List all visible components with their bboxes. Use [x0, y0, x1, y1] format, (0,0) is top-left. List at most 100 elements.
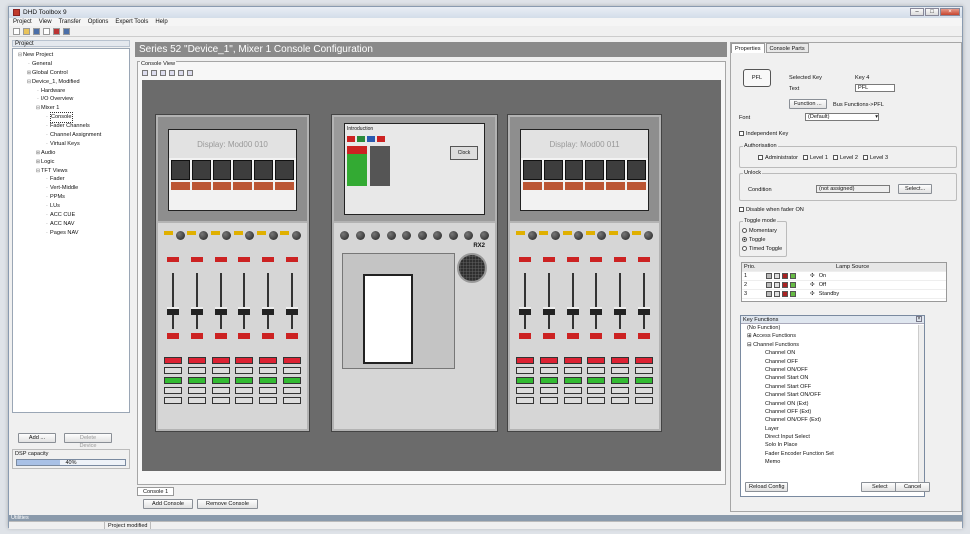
function-key[interactable] [539, 231, 549, 235]
tree-item[interactable]: · Vert-Middle [13, 184, 129, 193]
fader-module-left[interactable]: Display: Mod00 010 [155, 114, 310, 432]
function-key[interactable] [257, 231, 266, 235]
tree-item[interactable]: ⊟ TFT Views [13, 167, 129, 176]
toggle-option[interactable]: Timed Toggle [742, 246, 782, 255]
channel-key[interactable] [235, 367, 254, 374]
on-key[interactable] [190, 333, 203, 339]
channel-key[interactable] [539, 367, 558, 374]
fader-knob[interactable] [614, 307, 627, 315]
channel-key[interactable] [259, 387, 278, 394]
channel-key[interactable] [211, 357, 230, 364]
channel-key[interactable] [634, 367, 653, 374]
key-function-item[interactable]: Solo In Place [741, 441, 924, 449]
tab-console-1[interactable]: Console 1 [137, 487, 175, 496]
pfl-key[interactable] [637, 257, 650, 262]
independent-key-checkbox[interactable]: Independent Key [739, 131, 788, 137]
key-function-item[interactable]: Channel OFF [741, 358, 924, 366]
function-key[interactable] [233, 231, 243, 235]
lamp-color-swatch[interactable] [766, 282, 772, 288]
function-key[interactable] [516, 231, 525, 235]
channel-key[interactable] [282, 357, 301, 364]
function-key[interactable] [210, 231, 220, 235]
rotary-knob[interactable] [597, 231, 607, 240]
pfl-key[interactable] [542, 257, 555, 262]
channel-key[interactable] [259, 377, 278, 384]
tab-properties[interactable]: Properties [731, 43, 765, 53]
lamp-row[interactable]: 1 ✣ On [742, 272, 946, 281]
lamp-color-swatch[interactable] [766, 291, 772, 297]
key-function-item[interactable]: Channel ON/OFF [741, 366, 924, 374]
rotary-knob[interactable] [417, 231, 427, 240]
rotary-knob[interactable] [386, 231, 396, 240]
tree-item[interactable]: · Hardware [13, 87, 129, 96]
on-key[interactable] [637, 333, 650, 339]
rotary-knob[interactable] [175, 231, 185, 240]
channel-key[interactable] [516, 387, 534, 394]
pfl-key[interactable] [262, 257, 275, 262]
channel-key[interactable] [235, 387, 254, 394]
function-key[interactable] [632, 231, 642, 235]
rotary-knob[interactable] [448, 231, 458, 240]
pfl-key[interactable] [614, 257, 627, 262]
channel-key[interactable] [563, 377, 582, 384]
channel-key[interactable] [282, 397, 301, 404]
tree-item[interactable]: · PPMs [13, 193, 129, 202]
fader-knob[interactable] [167, 307, 179, 315]
rotary-knob[interactable] [620, 231, 630, 240]
rotary-knob[interactable] [340, 231, 349, 240]
channel-key[interactable] [539, 357, 558, 364]
channel-key[interactable] [211, 367, 230, 374]
rotary-knob[interactable] [479, 231, 489, 240]
key-function-item[interactable]: Channel ON [741, 349, 924, 357]
rotary-knob[interactable] [355, 231, 365, 240]
lamp-color-swatch[interactable] [774, 291, 780, 297]
function-key[interactable] [585, 231, 595, 235]
fader-module-right[interactable]: Display: Mod00 011 [507, 114, 662, 432]
remove-console-button[interactable]: Remove Console [197, 499, 258, 509]
zoom-in-icon[interactable] [142, 70, 148, 76]
fader-knob[interactable] [262, 307, 275, 315]
fader-knob[interactable] [519, 307, 531, 315]
pfl-key[interactable] [190, 257, 203, 262]
fader-knob[interactable] [238, 307, 251, 315]
add-button[interactable]: Add ... [18, 433, 56, 443]
function-key[interactable] [187, 231, 197, 235]
channel-key[interactable] [611, 397, 630, 404]
rotary-knob[interactable] [371, 231, 381, 240]
channel-key[interactable] [211, 397, 230, 404]
key-function-item[interactable]: Channel ON (Ext) [741, 400, 924, 408]
auth-checkbox[interactable]: Administrator [758, 155, 798, 161]
rotary-knob[interactable] [527, 231, 537, 240]
font-select[interactable]: (Default) ▾ [805, 113, 879, 121]
channel-key[interactable] [611, 377, 630, 384]
on-key[interactable] [566, 333, 579, 339]
layout-icon[interactable] [178, 70, 184, 76]
fader-knob[interactable] [637, 307, 650, 315]
key-function-item[interactable]: (No Function) [741, 324, 924, 332]
channel-key[interactable] [587, 377, 606, 384]
channel-key[interactable] [211, 377, 230, 384]
tft-display-center[interactable]: Introduction Clock [344, 123, 485, 215]
lamp-color-swatch[interactable] [774, 282, 780, 288]
channel-key[interactable] [235, 397, 254, 404]
center-screen[interactable] [363, 274, 413, 364]
channel-key[interactable] [516, 397, 534, 404]
fader-knob[interactable] [285, 307, 298, 315]
fader-knob[interactable] [542, 307, 555, 315]
on-key[interactable] [614, 333, 627, 339]
key-functions-scrollbar[interactable] [918, 325, 924, 482]
lamp-color-swatch[interactable] [782, 291, 788, 297]
reload-config-button[interactable]: Reload Config [745, 482, 789, 492]
maximize-button[interactable]: □ [925, 8, 939, 16]
tree-item[interactable]: · ACC NAV [13, 220, 129, 229]
fader-knob[interactable] [566, 307, 579, 315]
lamp-color-swatch[interactable] [782, 282, 788, 288]
channel-key[interactable] [563, 397, 582, 404]
pfl-key[interactable] [214, 257, 227, 262]
rotary-knob[interactable] [550, 231, 560, 240]
delete-device-button[interactable]: Delete Device [64, 433, 112, 449]
tree-item[interactable]: ⊟ Device_1, Modified [13, 78, 129, 87]
channel-key[interactable] [516, 377, 534, 384]
auth-checkbox[interactable]: Level 3 [863, 155, 888, 161]
channel-key[interactable] [187, 367, 206, 374]
